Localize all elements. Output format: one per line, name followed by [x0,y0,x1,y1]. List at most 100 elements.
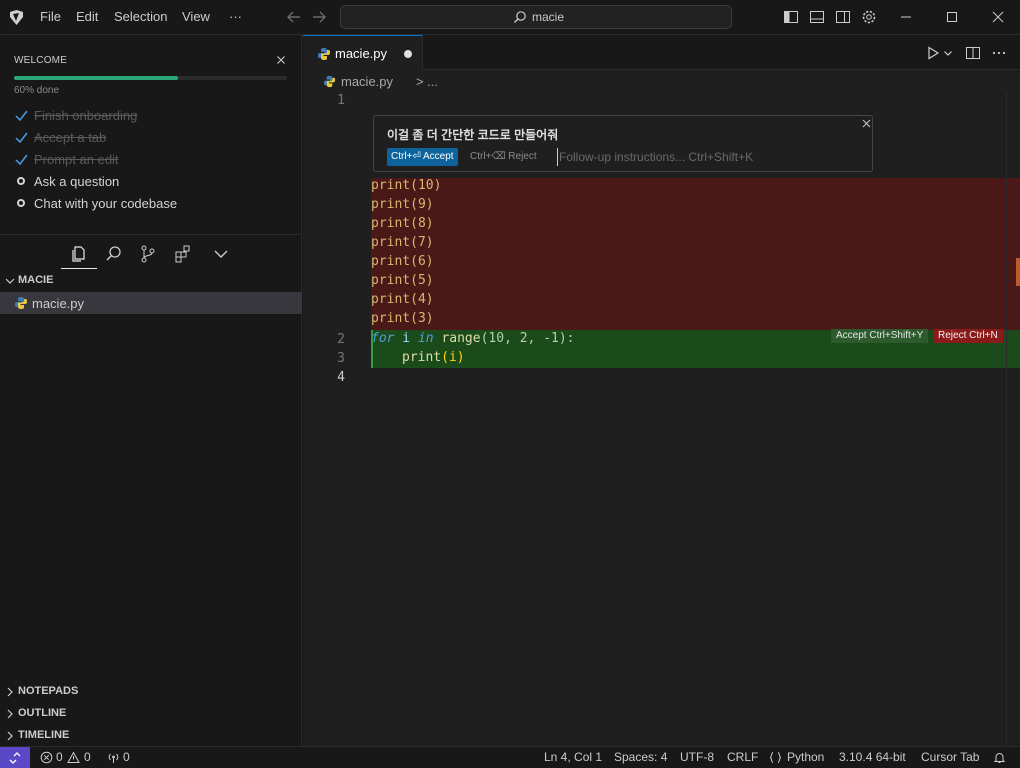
toggle-primary-sidebar-icon[interactable] [783,9,799,25]
added-code-line[interactable]: for i in range(10, 2, -1): [371,331,575,350]
removed-code-line: print(3) [371,311,434,326]
reject-diff-button[interactable]: Reject Ctrl+N [933,329,1003,343]
file-name: macie.py [32,296,85,311]
menu-edit[interactable]: Edit [76,9,98,24]
inline-edit-prompt[interactable]: 이걸 좀 더 간단한 코드로 만들어줘 Ctrl+⏎ Accept Ctrl+⌫… [373,115,873,172]
welcome-title: WELCOME [14,55,68,66]
folder-name: MACIE [18,274,54,286]
checkmark-icon [15,132,28,144]
code-keyword: for [371,331,395,346]
search-icon[interactable] [104,244,124,264]
warning-icon[interactable] [67,751,80,764]
sidebar: WELCOME 60% done Finish onboarding Accep… [0,35,302,746]
ports-count[interactable]: 0 [123,750,130,764]
unsaved-dot-icon[interactable] [404,50,412,58]
line-number: 3 [337,351,345,366]
back-arrow-icon[interactable] [285,8,303,26]
removed-code-line: print(6) [371,254,434,269]
scrollbar-track[interactable] [1006,93,1007,746]
line-number-active: 4 [337,370,345,385]
onboarding-progress-fill [14,76,178,80]
encoding[interactable]: UTF-8 [680,750,714,764]
run-play-icon[interactable] [925,45,941,61]
removed-code-line: print(4) [371,292,434,307]
notepads-section-header[interactable]: NOTEPADS [0,682,302,702]
close-window-icon[interactable] [990,9,1006,25]
python-file-icon [323,75,336,88]
maximize-icon[interactable] [944,9,960,25]
scrollbar-change-marker [1016,258,1020,286]
error-icon[interactable] [40,751,53,764]
breadcrumb-file[interactable]: macie.py [341,74,393,89]
indentation[interactable]: Spaces: 4 [614,750,667,764]
circle-icon [17,199,25,207]
python-interpreter[interactable]: 3.10.4 64-bit [839,750,906,764]
end-of-line[interactable]: CRLF [727,750,758,764]
more-actions-icon[interactable] [991,45,1007,61]
status-bar: 0 0 0 Ln 4, Col 1 Spaces: 4 UTF-8 CRLF P… [0,746,1020,768]
chevron-down-icon[interactable] [211,244,231,264]
section-title: NOTEPADS [18,685,79,697]
step-label: Ask a question [34,174,120,189]
menu-selection[interactable]: Selection [114,9,167,24]
extensions-icon[interactable] [173,244,193,264]
search-text: macie [532,10,565,24]
close-prompt-icon[interactable] [861,118,872,129]
language-braces-icon[interactable] [769,751,782,764]
timeline-section-header[interactable]: TIMELINE [0,726,302,746]
accept-button[interactable]: Ctrl+⏎ Accept [387,148,458,166]
close-welcome-icon[interactable] [275,54,287,66]
file-item-macie-py[interactable]: macie.py [0,292,302,314]
split-editor-icon[interactable] [965,45,981,61]
minimize-icon[interactable] [898,9,914,25]
notifications-bell-icon[interactable] [993,751,1006,764]
error-count[interactable]: 0 [56,750,63,764]
breadcrumb-more[interactable]: ... [427,74,438,89]
explorer-files-icon[interactable] [68,244,88,264]
explorer-folder-header[interactable]: MACIE [0,271,302,291]
menu-more[interactable]: ··· [229,9,242,24]
forward-arrow-icon[interactable] [310,8,328,26]
code-args: (i) [441,350,465,365]
section-title: OUTLINE [18,707,67,719]
chevron-down-icon [5,278,15,284]
menu-file[interactable]: File [40,9,61,24]
removed-code-line: print(9) [371,197,434,212]
tab-macie-py[interactable]: macie.py [303,35,423,71]
code-function: range [433,331,481,346]
chevron-right-icon [7,709,13,719]
tab-bar: macie.py [303,35,1020,71]
source-control-icon[interactable] [138,244,158,264]
python-file-icon [318,48,330,60]
checkmark-icon [15,110,28,122]
chevron-right-icon [7,687,13,697]
toggle-secondary-sidebar-icon[interactable] [835,9,851,25]
ports-broadcast-icon[interactable] [107,751,120,764]
cursor-logo-icon[interactable] [8,9,25,26]
removed-lines-block [371,178,1020,330]
outline-section-header[interactable]: OUTLINE [0,704,302,724]
active-view-indicator [61,268,97,269]
accept-diff-button[interactable]: Accept Ctrl+Shift+Y [831,329,929,343]
cursor-tab-status[interactable]: Cursor Tab [921,750,979,764]
onboarding-progress-bar [14,76,287,80]
progress-text: 60% done [14,85,60,96]
follow-up-input[interactable]: Follow-up instructions... Ctrl+Shift+K [557,148,857,166]
checkmark-icon [15,154,28,166]
added-code-line[interactable]: print(i) [402,350,465,369]
code-function: print [402,350,442,365]
language-mode[interactable]: Python [787,750,824,764]
run-dropdown-chevron-icon[interactable] [943,45,953,61]
reject-button[interactable]: Ctrl+⌫ Reject [470,148,537,166]
menu-view[interactable]: View [182,9,210,24]
toggle-panel-icon[interactable] [809,9,825,25]
search-icon [514,11,526,23]
cursor-position[interactable]: Ln 4, Col 1 [544,750,602,764]
command-center-search[interactable]: macie [340,5,732,29]
editor-area: macie.py macie.py > ... 1 2 3 4 이걸 좀 더 간… [303,35,1020,746]
removed-code-line: print(10) [371,178,442,193]
settings-gear-icon[interactable] [861,9,877,25]
warning-count[interactable]: 0 [84,750,91,764]
code-args: (10, 2, -1): [480,331,575,346]
remote-indicator[interactable] [0,747,30,768]
